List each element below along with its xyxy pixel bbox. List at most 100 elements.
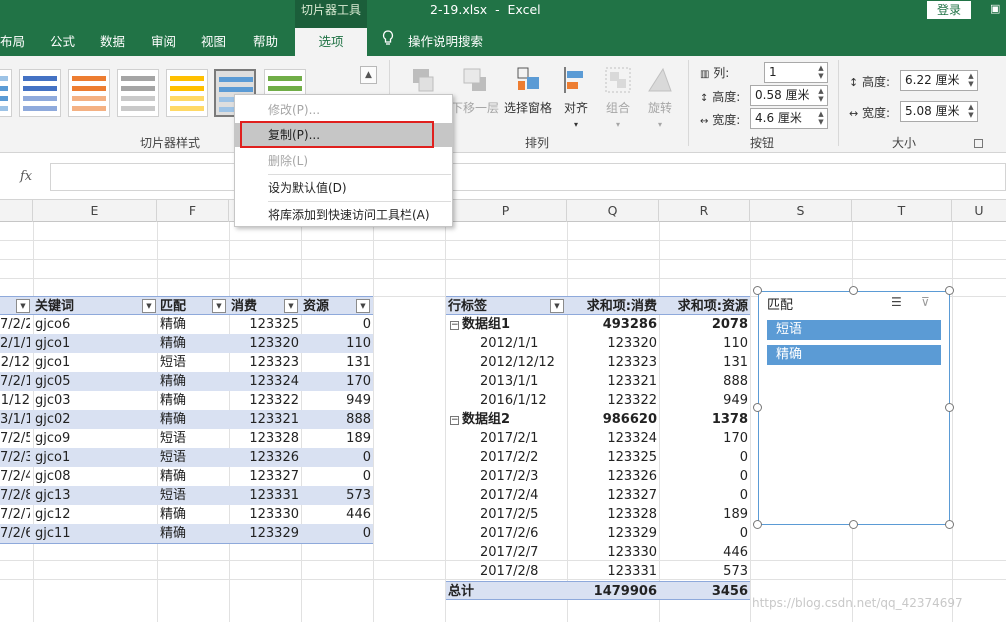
- pivot-header-cell[interactable]: 求和项:消费: [567, 297, 657, 316]
- filter-dropdown-icon[interactable]: ▼: [16, 299, 30, 313]
- table-cell[interactable]: 7/2/4: [0, 467, 30, 486]
- table-cell[interactable]: 精确: [160, 524, 226, 543]
- table-cell[interactable]: 2/12: [0, 353, 30, 372]
- pivot-header-cell[interactable]: 求和项:资源: [659, 297, 748, 316]
- button-height-spinner[interactable]: 0.58 厘米 ▲ ▼: [750, 85, 828, 106]
- pivot-row[interactable]: 2017/2/8 123331 573: [446, 562, 750, 581]
- tab-review[interactable]: 审阅: [151, 28, 176, 56]
- pivot-cell[interactable]: 493286: [567, 315, 657, 334]
- pivot-cell[interactable]: 123327: [567, 486, 657, 505]
- column-header-t[interactable]: T: [852, 200, 952, 222]
- pivot-cell[interactable]: 123321: [567, 372, 657, 391]
- resize-handle[interactable]: [753, 520, 762, 529]
- table-cell[interactable]: 0: [303, 315, 371, 334]
- rotate-button[interactable]: 旋转 ▾: [644, 65, 676, 130]
- table-cell[interactable]: 精确: [160, 315, 226, 334]
- pivot-cell[interactable]: 123324: [567, 429, 657, 448]
- table-cell[interactable]: gjc12: [35, 505, 155, 524]
- table-cell[interactable]: 7/2/6: [0, 524, 30, 543]
- column-header-f[interactable]: F: [157, 200, 229, 222]
- table-cell[interactable]: gjc03: [35, 391, 155, 410]
- slicer-item[interactable]: 精确: [767, 345, 941, 365]
- table-cell[interactable]: 573: [303, 486, 371, 505]
- slicer-item[interactable]: 短语: [767, 320, 941, 340]
- table-cell[interactable]: 123326: [231, 448, 299, 467]
- collapse-icon[interactable]: −: [450, 416, 459, 425]
- slicer-width-spinner[interactable]: 5.08 厘米 ▲ ▼: [900, 101, 978, 122]
- slicer-style-thumb[interactable]: [166, 69, 208, 117]
- pivot-cell[interactable]: 123326: [567, 467, 657, 486]
- table-cell[interactable]: 131: [303, 353, 371, 372]
- table-cell[interactable]: 949: [303, 391, 371, 410]
- columns-spinner[interactable]: 1 ▲ ▼: [764, 62, 828, 83]
- tab-data[interactable]: 数据: [100, 28, 125, 56]
- align-button[interactable]: 对齐 ▾: [560, 65, 592, 130]
- button-width-spinner[interactable]: 4.6 厘米 ▲ ▼: [750, 108, 828, 129]
- resize-handle[interactable]: [945, 403, 954, 412]
- ribbon-display-icon[interactable]: ▣: [990, 2, 1006, 16]
- table-cell[interactable]: gjco6: [35, 315, 155, 334]
- pivot-cell[interactable]: 0: [659, 486, 748, 505]
- table-cell[interactable]: gjco9: [35, 429, 155, 448]
- column-header-p[interactable]: P: [445, 200, 567, 222]
- table-cell[interactable]: 3/1/1: [0, 410, 30, 429]
- spinner-arrows-icon[interactable]: ▲ ▼: [816, 87, 826, 103]
- pivot-cell[interactable]: 888: [659, 372, 748, 391]
- pivot-cell[interactable]: 123322: [567, 391, 657, 410]
- pivot-row[interactable]: 2012/12/12 123323 131: [446, 353, 750, 372]
- tab-view[interactable]: 视图: [201, 28, 226, 56]
- table-cell[interactable]: 7/2/3: [0, 448, 30, 467]
- menu-item-set-default[interactable]: 设为默认值(D): [235, 176, 452, 200]
- table-cell[interactable]: 7/2/2: [0, 315, 30, 334]
- pivot-total-cell[interactable]: 3456: [659, 582, 748, 601]
- table-cell[interactable]: 110: [303, 334, 371, 353]
- table-cell[interactable]: 0: [303, 524, 371, 543]
- table-row[interactable]: 7/2/4 gjc08 精确 123327 0: [0, 467, 373, 486]
- table-cell[interactable]: 精确: [160, 391, 226, 410]
- pivot-cell[interactable]: 949: [659, 391, 748, 410]
- table-cell[interactable]: 精确: [160, 334, 226, 353]
- pivot-cell[interactable]: 0: [659, 524, 748, 543]
- table-header-cell[interactable]: 匹配: [160, 297, 210, 316]
- pivot-cell[interactable]: 110: [659, 334, 748, 353]
- pivot-cell[interactable]: 123323: [567, 353, 657, 372]
- table-cell[interactable]: 短语: [160, 353, 226, 372]
- table-cell[interactable]: 7/2/8: [0, 486, 30, 505]
- table-row[interactable]: 7/2/1 gjc05 精确 123324 170: [0, 372, 373, 391]
- table-cell[interactable]: 123325: [231, 315, 299, 334]
- resize-handle[interactable]: [945, 520, 954, 529]
- menu-item-add-to-qat[interactable]: 将库添加到快速访问工具栏(A): [235, 203, 452, 227]
- formula-input[interactable]: [50, 163, 1006, 191]
- pivot-row[interactable]: 2013/1/1 123321 888: [446, 372, 750, 391]
- filter-dropdown-icon[interactable]: ▼: [212, 299, 226, 313]
- pivot-cell[interactable]: 170: [659, 429, 748, 448]
- pivot-row[interactable]: 2017/2/2 123325 0: [446, 448, 750, 467]
- clear-filter-icon[interactable]: ⊽: [921, 295, 930, 309]
- filter-dropdown-icon[interactable]: ▼: [550, 299, 564, 313]
- pivot-cell[interactable]: 1378: [659, 410, 748, 429]
- pivot-row[interactable]: 2016/1/12 123322 949: [446, 391, 750, 410]
- tab-formulas[interactable]: 公式: [50, 28, 75, 56]
- table-cell[interactable]: 短语: [160, 486, 226, 505]
- pivot-row-label[interactable]: − 数据组1: [450, 315, 560, 334]
- table-row[interactable]: 7/2/6 gjc11 精确 123329 0: [0, 524, 373, 543]
- filter-dropdown-icon[interactable]: ▼: [284, 299, 298, 313]
- table-cell[interactable]: 123320: [231, 334, 299, 353]
- pivot-cell[interactable]: 123330: [567, 543, 657, 562]
- pivot-row[interactable]: 2017/2/4 123327 0: [446, 486, 750, 505]
- pivot-cell[interactable]: 986620: [567, 410, 657, 429]
- pivot-cell[interactable]: 446: [659, 543, 748, 562]
- table-row[interactable]: 7/2/3 gjco1 短语 123326 0: [0, 448, 373, 467]
- pivot-cell[interactable]: 123320: [567, 334, 657, 353]
- table-row[interactable]: 2/12 gjco1 短语 123323 131: [0, 353, 373, 372]
- pivot-total-cell[interactable]: 1479906: [567, 582, 657, 601]
- spinner-arrows-icon[interactable]: ▲ ▼: [966, 72, 976, 88]
- pivot-cell[interactable]: 189: [659, 505, 748, 524]
- group-objects-button[interactable]: 组合 ▾: [602, 65, 634, 130]
- table-cell[interactable]: 123330: [231, 505, 299, 524]
- table-cell[interactable]: gjc13: [35, 486, 155, 505]
- slicer-style-thumb[interactable]: [19, 69, 61, 117]
- spinner-arrows-icon[interactable]: ▲ ▼: [966, 103, 976, 119]
- table-cell[interactable]: 2/1/1: [0, 334, 30, 353]
- slicer-height-spinner[interactable]: 6.22 厘米 ▲ ▼: [900, 70, 978, 91]
